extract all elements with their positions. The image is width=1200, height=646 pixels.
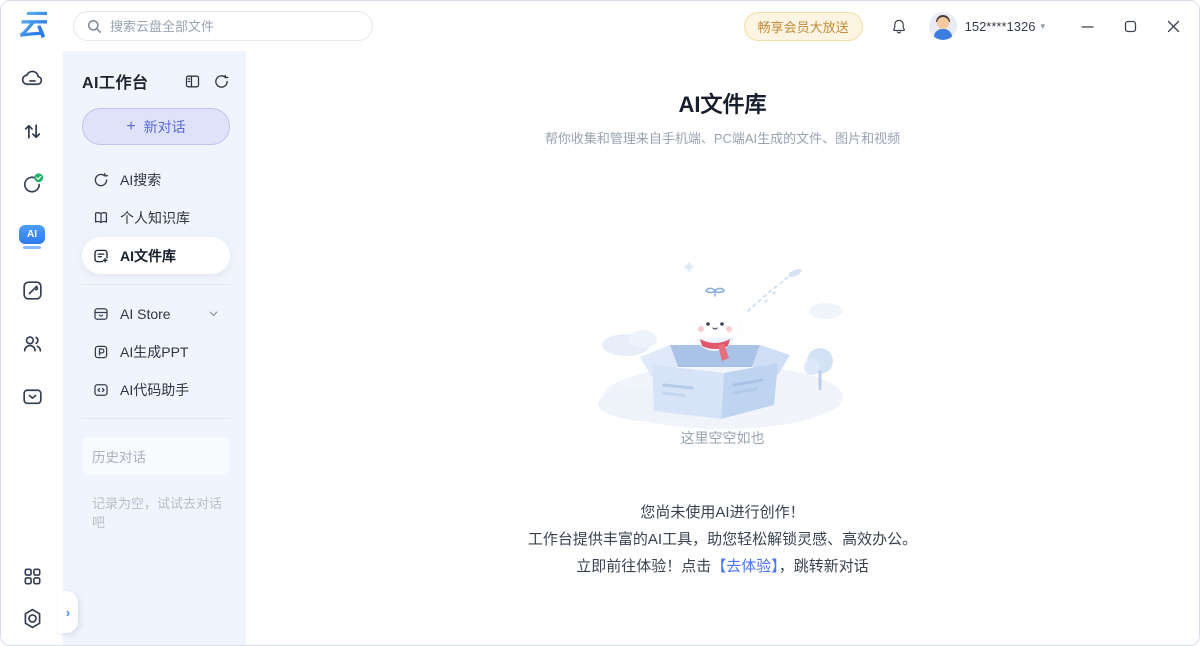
cta-line-2: 工作台提供丰富的AI工具，助您轻松解锁灵感、高效办公。: [246, 526, 1199, 553]
open-book-icon: [92, 209, 110, 227]
sidebar-item-knowledge-base[interactable]: 个人知识库: [82, 199, 230, 236]
transfer-list-icon[interactable]: [19, 118, 45, 144]
go-experience-link[interactable]: 【去体验】: [711, 558, 779, 575]
sidebar-item-ai-ppt[interactable]: AI生成PPT: [82, 333, 230, 370]
shared-groups-icon[interactable]: [19, 330, 45, 356]
rail-bottom-group: [19, 563, 45, 631]
ppt-icon: [92, 343, 110, 361]
cta-line-3: 立即前往体验！点击【去体验】，跳转新对话: [246, 553, 1199, 580]
cta-line-1: 您尚未使用AI进行创作！: [246, 499, 1199, 526]
history-section-label: 历史对话: [82, 437, 230, 475]
username-text[interactable]: 152****1326: [965, 19, 1036, 34]
chevron-down-icon[interactable]: [207, 307, 220, 320]
avatar-face: [937, 17, 949, 29]
user-avatar[interactable]: [929, 12, 957, 40]
empty-state-text: 这里空空如也: [246, 428, 1199, 448]
apps-grid-icon[interactable]: [19, 563, 45, 589]
empty-state-illustration: [246, 249, 1199, 434]
sidebar-item-ai-file-library[interactable]: AI文件库: [82, 237, 230, 274]
ai-file-library-icon: [92, 247, 110, 265]
store-icon: [92, 305, 110, 323]
window-controls: [1079, 18, 1181, 34]
sidebar-item-label: AI代码助手: [120, 380, 189, 400]
minimize-button[interactable]: [1079, 18, 1095, 34]
sidebar-item-ai-search[interactable]: AI搜索: [82, 161, 230, 198]
notification-bell-icon[interactable]: [891, 18, 907, 34]
cloud-drive-icon[interactable]: [19, 65, 45, 91]
search-input[interactable]: [110, 19, 359, 34]
sidebar-item-label: AI生成PPT: [120, 342, 188, 362]
close-button[interactable]: [1165, 18, 1181, 34]
app-window: 云 畅享会员大放送 152****1326 ▾: [0, 0, 1200, 646]
cta-line-3-suffix: ，跳转新对话: [779, 558, 869, 575]
top-bar: 云 畅享会员大放送 152****1326 ▾: [1, 1, 1199, 51]
sidebar-header: AI工作台: [82, 69, 230, 93]
notes-edit-icon[interactable]: [19, 277, 45, 303]
chevron-down-icon[interactable]: ▾: [1040, 21, 1045, 32]
sidebar-nav: AI搜索 个人知识库 AI文件库: [82, 161, 230, 419]
main-content: AI文件库 帮你收集和管理来自手机端、PC端AI生成的文件、图片和视频: [246, 51, 1199, 645]
sidebar-item-label: AI文件库: [120, 246, 176, 266]
refresh-icon[interactable]: [213, 73, 230, 90]
divider: [82, 418, 230, 419]
page-subtitle: 帮你收集和管理来自手机端、PC端AI生成的文件、图片和视频: [246, 128, 1199, 147]
topbar-right: 畅享会员大放送 152****1326 ▾: [744, 12, 1199, 41]
ai-workspace-sidebar: AI工作台 + 新对话: [63, 51, 246, 645]
sidebar-item-label: AI Store: [120, 306, 171, 322]
code-assistant-icon: [92, 381, 110, 399]
cta-block: 您尚未使用AI进行创作！ 工作台提供丰富的AI工具，助您轻松解锁灵感、高效办公。…: [246, 499, 1199, 580]
maximize-button[interactable]: [1122, 18, 1138, 34]
sidebar-item-label: 个人知识库: [120, 208, 190, 228]
app-logo[interactable]: 云: [1, 11, 63, 41]
sidebar-item-ai-code[interactable]: AI代码助手: [82, 371, 230, 408]
collapse-panel-icon[interactable]: [184, 73, 201, 90]
search-bar[interactable]: [73, 11, 373, 41]
cloud-logo-icon: 云: [17, 11, 47, 41]
search-icon: [87, 19, 102, 34]
sidebar-title: AI工作台: [82, 69, 149, 93]
new-chat-button[interactable]: + 新对话: [82, 108, 230, 145]
app-body: AI AI工作台: [1, 51, 1199, 645]
sidebar-item-label: AI搜索: [120, 170, 161, 190]
sidebar-item-ai-store[interactable]: AI Store: [82, 295, 230, 332]
sync-backup-icon[interactable]: [19, 171, 45, 197]
cta-line-3-prefix: 立即前往体验！点击: [576, 558, 711, 575]
ai-active-underline: [23, 246, 41, 249]
left-nav-rail: AI: [1, 51, 63, 645]
mailbox-icon[interactable]: [19, 383, 45, 409]
settings-icon[interactable]: [19, 605, 45, 631]
divider: [82, 284, 230, 285]
ai-workspace-icon[interactable]: AI: [19, 224, 45, 250]
history-empty-hint: 记录为空，试试去对话吧: [82, 493, 230, 531]
chevron-right-icon: ›: [66, 605, 70, 620]
member-promo-badge[interactable]: 畅享会员大放送: [744, 12, 863, 41]
ai-search-icon: [92, 171, 110, 189]
new-chat-label: 新对话: [144, 117, 186, 137]
avatar-shirt: [934, 29, 952, 40]
plus-icon: +: [126, 119, 135, 135]
page-title: AI文件库: [246, 87, 1199, 119]
sidebar-expand-handle[interactable]: ›: [58, 591, 78, 633]
sidebar-header-icons: [184, 73, 230, 90]
